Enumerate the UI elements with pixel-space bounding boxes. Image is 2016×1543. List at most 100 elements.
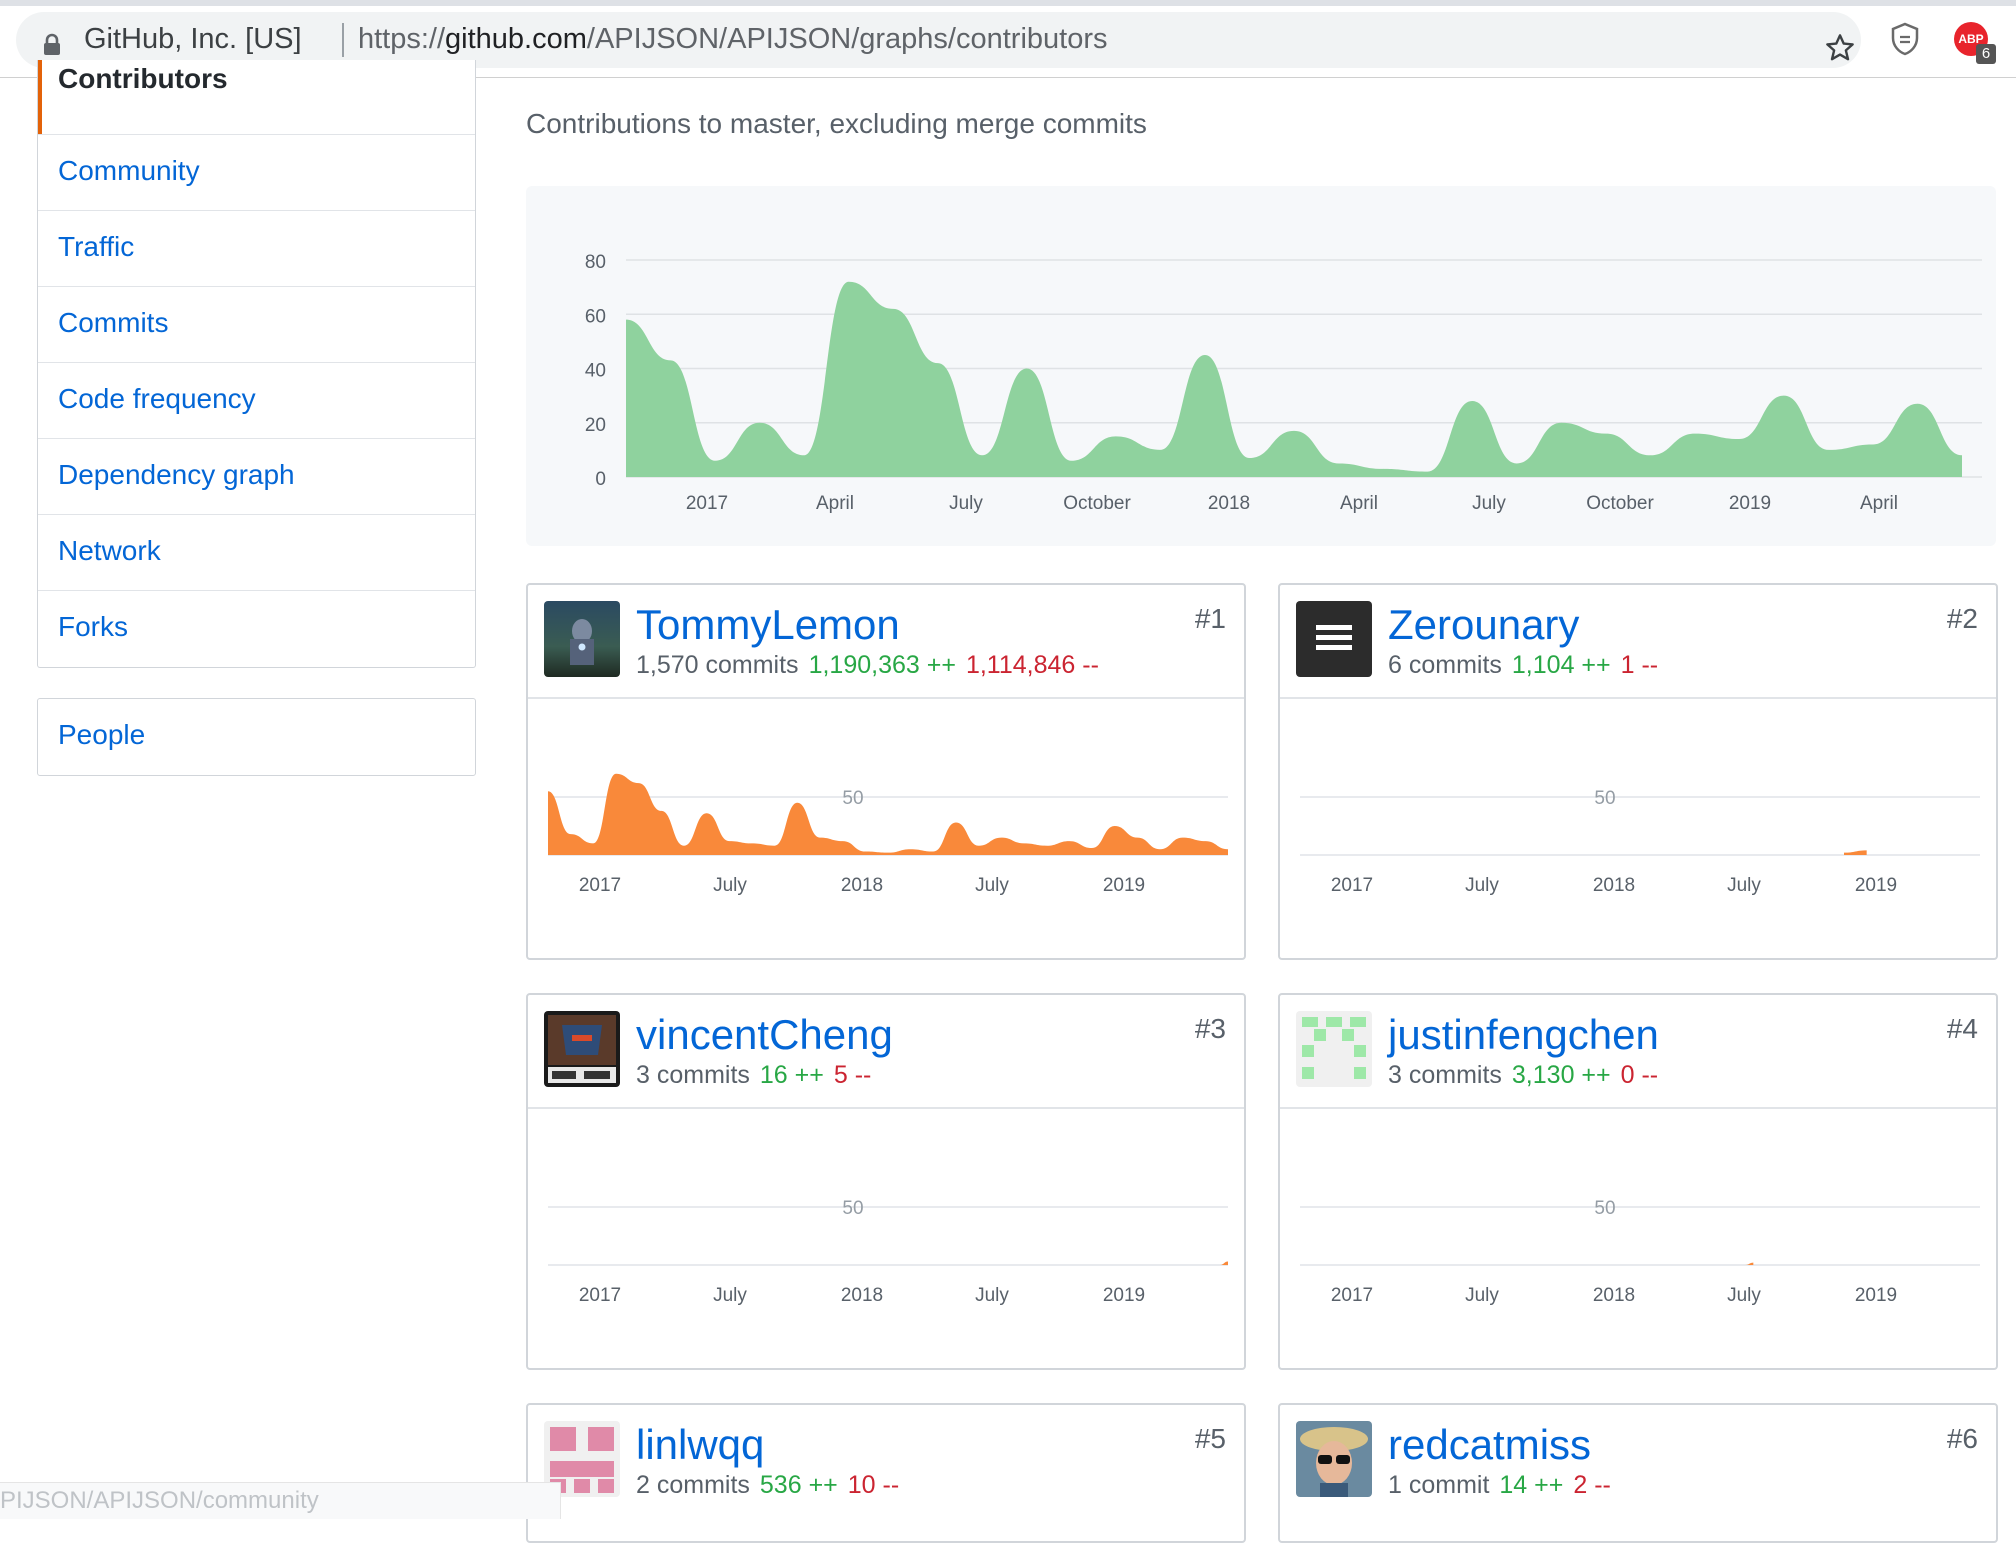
x-tick-label: April — [1340, 493, 1378, 514]
x-tick-label: 2019 — [1729, 493, 1771, 514]
additions-count: 3,130 ++ — [1512, 1061, 1611, 1089]
x-tick-label: July — [975, 875, 1009, 896]
deletions-count: 2 -- — [1573, 1471, 1611, 1499]
contributions-subtitle: Contributions to master, excluding merge… — [526, 108, 1147, 140]
lock-icon — [42, 33, 62, 57]
deletions-count: 10 -- — [848, 1471, 899, 1499]
x-tick-label: 2017 — [1331, 1285, 1373, 1306]
sidebar-item-contributors[interactable]: Contributors — [38, 60, 475, 134]
series-area — [626, 282, 1962, 477]
y-tick-label: 50 — [842, 788, 863, 809]
x-tick-label: 2019 — [1103, 875, 1145, 896]
additions-count: 1,190,363 ++ — [809, 651, 956, 679]
x-tick-label: April — [1860, 493, 1898, 514]
contributor-rank: #2 — [1947, 603, 1978, 635]
additions-count: 1,104 ++ — [1512, 651, 1611, 679]
deletions-count: 1 -- — [1621, 651, 1659, 679]
commit-count[interactable]: 3 commits — [1388, 1061, 1502, 1089]
y-tick-label: 50 — [842, 1198, 863, 1219]
site-identity[interactable]: GitHub, Inc. [US] — [84, 23, 302, 56]
contributor-stats: 3 commits 3,130 ++ 0 -- — [1388, 1061, 1658, 1090]
contributor-name[interactable]: linlwqq — [636, 1421, 764, 1469]
x-tick-label: July — [1727, 875, 1761, 896]
avatar[interactable] — [1296, 1011, 1372, 1087]
y-tick-label: 40 — [585, 361, 606, 382]
contributor-stats: 1 commit14 ++2 -- — [1388, 1471, 1611, 1500]
x-tick-label: July — [1472, 493, 1506, 514]
deletions-count: 5 -- — [834, 1061, 872, 1089]
contributor-name[interactable]: Zerounary — [1388, 601, 1579, 649]
shield-extension-icon[interactable] — [1890, 22, 1920, 56]
avatar[interactable] — [544, 1011, 620, 1087]
x-tick-label: 2017 — [579, 875, 621, 896]
x-tick-label: April — [816, 493, 854, 514]
sidebar-item-community[interactable]: Community — [38, 134, 475, 210]
x-tick-label: 2018 — [841, 1285, 883, 1306]
contributor-name[interactable]: justinfengchen — [1388, 1011, 1659, 1059]
deletions-count: 0 -- — [1621, 1061, 1659, 1089]
contributor-rank: #5 — [1195, 1423, 1226, 1455]
commit-count[interactable]: 1 commit — [1388, 1471, 1489, 1499]
contributor-chart: 50 2017 July 2018 July 2019 — [1280, 1109, 1996, 1309]
contributor-name[interactable]: vincentCheng — [636, 1011, 893, 1059]
star-icon[interactable] — [1824, 32, 1856, 64]
adblock-count-badge: 6 — [1976, 44, 1996, 64]
contributor-rank: #1 — [1195, 603, 1226, 635]
sidebar-item-people[interactable]: People — [38, 699, 475, 775]
sidebar-item-network[interactable]: Network — [38, 514, 475, 590]
url-text[interactable]: https://github.com/APIJSON/APIJSON/graph… — [358, 23, 1108, 56]
contributor-card-header: linlwqq 2 commits 536 ++ 10 -- #5 — [528, 1405, 1244, 1519]
x-tick-label: 2017 — [1331, 875, 1373, 896]
contributor-name[interactable]: redcatmiss — [1388, 1421, 1591, 1469]
y-tick-label: 50 — [1594, 1198, 1615, 1219]
contributions-chart: 8060402002017AprilJulyOctober2018AprilJu… — [526, 186, 1996, 546]
sidebar-item-forks[interactable]: Forks — [38, 590, 475, 666]
contributor-name[interactable]: TommyLemon — [636, 601, 900, 649]
x-tick-label: July — [1465, 875, 1499, 896]
additions-count: 536 ++ — [760, 1471, 838, 1499]
sidebar-item-commits[interactable]: Commits — [38, 286, 475, 362]
contributor-card: vincentCheng 3 commits16 ++5 -- #3 50 201… — [526, 993, 1246, 1370]
y-tick-label: 80 — [585, 252, 606, 273]
sidebar-item-traffic[interactable]: Traffic — [38, 210, 475, 286]
commit-count[interactable]: 1,570 commits — [636, 651, 799, 679]
commit-count[interactable]: 6 commits — [1388, 651, 1502, 679]
y-tick-label: 60 — [585, 306, 606, 327]
sidebar-item-code-frequency[interactable]: Code frequency — [38, 362, 475, 438]
x-tick-label: July — [713, 1285, 747, 1306]
contributor-card: linlwqq 2 commits 536 ++ 10 -- #5 — [526, 1403, 1246, 1543]
browser-top-strip — [0, 0, 2016, 6]
x-tick-label: 2018 — [1593, 1285, 1635, 1306]
contributor-rank: #4 — [1947, 1013, 1978, 1045]
commit-count[interactable]: 3 commits — [636, 1061, 750, 1089]
deletions-count: 1,114,846 -- — [966, 651, 1099, 679]
sidebar-item-dependency-graph[interactable]: Dependency graph — [38, 438, 475, 514]
contributor-stats: 2 commits 536 ++ 10 -- — [636, 1471, 899, 1500]
commit-count[interactable]: 2 commits — [636, 1471, 750, 1499]
y-tick-label: 20 — [585, 415, 606, 436]
contributor-stats: 6 commits 1,104 ++ 1 -- — [1388, 651, 1658, 680]
contributions-graph: 8060402002017AprilJulyOctober2018AprilJu… — [526, 186, 1996, 546]
contributor-chart: 502017July2018July2019 — [528, 1109, 1244, 1309]
avatar[interactable] — [1296, 1421, 1372, 1497]
contributor-stats: 3 commits16 ++5 -- — [636, 1061, 871, 1090]
avatar[interactable] — [1296, 601, 1372, 677]
contributor-rank: #6 — [1947, 1423, 1978, 1455]
series-area — [1844, 850, 1867, 855]
x-tick-label: 2018 — [841, 875, 883, 896]
contributor-card-header: vincentCheng 3 commits16 ++5 -- #3 — [528, 995, 1244, 1109]
x-tick-label: 2018 — [1208, 493, 1250, 514]
insights-sidebar: Contributors Community Traffic Commits C… — [37, 60, 476, 668]
contributor-card: TommyLemon 1,570 commits 1,190,363 ++ 1,11… — [526, 583, 1246, 960]
url-host: github.com — [445, 23, 587, 55]
x-tick-label: July — [949, 493, 983, 514]
x-tick-label: July — [1465, 1285, 1499, 1306]
x-tick-label: July — [1727, 1285, 1761, 1306]
people-menu: People — [37, 698, 476, 776]
contributor-card: Zerounary 6 commits1,104 ++1 -- #2 50201… — [1278, 583, 1998, 960]
y-tick-label: 0 — [595, 469, 606, 490]
avatar[interactable] — [544, 601, 620, 677]
contributor-card-header: redcatmiss 1 commit14 ++2 -- #6 — [1280, 1405, 1996, 1519]
x-tick-label: 2019 — [1855, 1285, 1897, 1306]
series-area — [548, 774, 1228, 855]
